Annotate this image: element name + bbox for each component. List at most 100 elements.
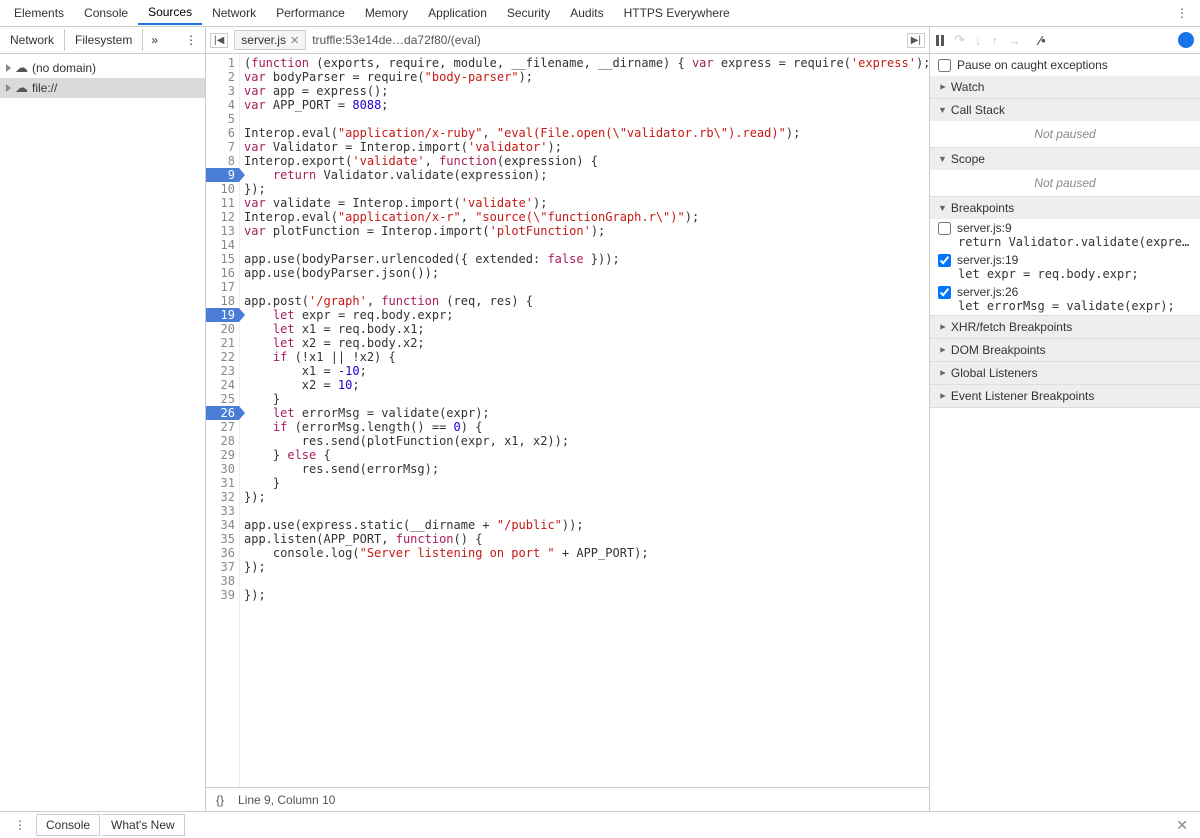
section-scope[interactable]: ▼Scope	[930, 148, 1200, 170]
code-line[interactable]: res.send(plotFunction(expr, x1, x2));	[244, 434, 925, 448]
code-line[interactable]: res.send(errorMsg);	[244, 462, 925, 476]
line-number[interactable]: 5	[206, 112, 239, 126]
code-line[interactable]: var plotFunction = Interop.import('plotF…	[244, 224, 925, 238]
code-line[interactable]: });	[244, 490, 925, 504]
code-line[interactable]: return Validator.validate(expression);	[244, 168, 925, 182]
line-number[interactable]: 34	[206, 518, 239, 532]
devtools-tab-audits[interactable]: Audits	[560, 2, 613, 24]
line-number[interactable]: 24	[206, 378, 239, 392]
line-number[interactable]: 19	[206, 308, 239, 322]
line-number[interactable]: 2	[206, 70, 239, 84]
code-line[interactable]: console.log("Server listening on port " …	[244, 546, 925, 560]
file-tree-item-nodomain[interactable]: ☁ (no domain)	[0, 58, 205, 78]
pretty-print-icon[interactable]: {}	[216, 793, 224, 807]
devtools-tab-application[interactable]: Application	[418, 2, 497, 24]
code-line[interactable]: });	[244, 560, 925, 574]
code-line[interactable]: app.use(bodyParser.urlencoded({ extended…	[244, 252, 925, 266]
breakpoint-item[interactable]: server.js:19let expr = req.body.expr;	[930, 251, 1200, 283]
line-number[interactable]: 31	[206, 476, 239, 490]
code-line[interactable]: x1 = -10;	[244, 364, 925, 378]
line-number[interactable]: 7	[206, 140, 239, 154]
editor-file-tab[interactable]: server.js ✕	[234, 30, 306, 50]
breakpoint-checkbox[interactable]	[938, 254, 951, 267]
line-number[interactable]: 12	[206, 210, 239, 224]
line-number[interactable]: 25	[206, 392, 239, 406]
line-number[interactable]: 27	[206, 420, 239, 434]
code-line[interactable]: app.use(bodyParser.json());	[244, 266, 925, 280]
line-number[interactable]: 29	[206, 448, 239, 462]
devtools-tab-memory[interactable]: Memory	[355, 2, 418, 24]
section-event[interactable]: ▼Event Listener Breakpoints	[930, 385, 1200, 407]
code-line[interactable]: var validate = Interop.import('validate'…	[244, 196, 925, 210]
code-line[interactable]: if (errorMsg.length() == 0) {	[244, 420, 925, 434]
nav-back-icon[interactable]: |◀	[210, 33, 228, 48]
code-line[interactable]: app.listen(APP_PORT, function() {	[244, 532, 925, 546]
pause-icon[interactable]	[936, 35, 944, 46]
devtools-tab-performance[interactable]: Performance	[266, 2, 355, 24]
code-line[interactable]: var APP_PORT = 8088;	[244, 98, 925, 112]
breakpoint-item[interactable]: server.js:9return Validator.validate(exp…	[930, 219, 1200, 251]
line-number[interactable]: 30	[206, 462, 239, 476]
file-tree-item-file-scheme[interactable]: ☁ file://	[0, 78, 205, 98]
line-number[interactable]: 10	[206, 182, 239, 196]
breakpoint-checkbox[interactable]	[938, 286, 951, 299]
line-number[interactable]: 15	[206, 252, 239, 266]
devtools-tab-sources[interactable]: Sources	[138, 1, 202, 25]
code-line[interactable]: let x2 = req.body.x2;	[244, 336, 925, 350]
line-number[interactable]: 8	[206, 154, 239, 168]
code-line[interactable]	[244, 112, 925, 126]
line-number[interactable]: 17	[206, 280, 239, 294]
code-line[interactable]: Interop.export('validate', function(expr…	[244, 154, 925, 168]
step-out-icon[interactable]: ↑	[991, 33, 998, 48]
section-breakpoints[interactable]: ▼Breakpoints	[930, 197, 1200, 219]
code-line[interactable]: });	[244, 588, 925, 602]
code-line[interactable]: (function (exports, require, module, __f…	[244, 56, 925, 70]
code-line[interactable]: let expr = req.body.expr;	[244, 308, 925, 322]
code-line[interactable]: });	[244, 182, 925, 196]
async-icon[interactable]	[1178, 32, 1194, 48]
code-line[interactable]: let x1 = req.body.x1;	[244, 322, 925, 336]
code-line[interactable]: }	[244, 392, 925, 406]
code-line[interactable]	[244, 504, 925, 518]
code-line[interactable]: }	[244, 476, 925, 490]
code-line[interactable]: } else {	[244, 448, 925, 462]
drawer-tab-console[interactable]: Console	[36, 814, 100, 836]
navigator-tab-more[interactable]: »	[143, 29, 166, 51]
drawer-tab-whatsnew[interactable]: What's New	[102, 814, 185, 836]
section-xhr[interactable]: ▼XHR/fetch Breakpoints	[930, 316, 1200, 338]
section-global[interactable]: ▼Global Listeners	[930, 362, 1200, 384]
line-number[interactable]: 6	[206, 126, 239, 140]
devtools-tab-security[interactable]: Security	[497, 2, 560, 24]
step-over-icon[interactable]: ↷	[954, 32, 965, 48]
line-number[interactable]: 18	[206, 294, 239, 308]
code-line[interactable]: Interop.eval("application/x-ruby", "eval…	[244, 126, 925, 140]
line-number[interactable]: 1	[206, 56, 239, 70]
code-line[interactable]	[244, 280, 925, 294]
line-number[interactable]: 36	[206, 546, 239, 560]
line-number[interactable]: 3	[206, 84, 239, 98]
code-line[interactable]: var app = express();	[244, 84, 925, 98]
code-line[interactable]: x2 = 10;	[244, 378, 925, 392]
code-line[interactable]	[244, 574, 925, 588]
drawer-menu-icon[interactable]: ⋮	[6, 818, 34, 832]
line-number[interactable]: 14	[206, 238, 239, 252]
navigator-tab-network[interactable]: Network	[0, 29, 65, 51]
pause-on-caught-checkbox[interactable]: Pause on caught exceptions	[930, 54, 1200, 76]
deactivate-breakpoints-icon[interactable]: ⁄•	[1039, 33, 1046, 48]
line-number[interactable]: 9	[206, 168, 239, 182]
close-icon[interactable]: ✕	[290, 34, 299, 47]
line-number[interactable]: 37	[206, 560, 239, 574]
section-callstack[interactable]: ▼Call Stack	[930, 99, 1200, 121]
code-line[interactable]: var bodyParser = require("body-parser");	[244, 70, 925, 84]
line-number[interactable]: 28	[206, 434, 239, 448]
devtools-tab-https-everywhere[interactable]: HTTPS Everywhere	[614, 2, 740, 24]
line-number[interactable]: 22	[206, 350, 239, 364]
line-number[interactable]: 26	[206, 406, 239, 420]
pause-on-caught-input[interactable]	[938, 59, 951, 72]
devtools-tab-elements[interactable]: Elements	[4, 2, 74, 24]
code-line[interactable]: var Validator = Interop.import('validato…	[244, 140, 925, 154]
nav-forward-icon[interactable]: ▶|	[907, 33, 925, 48]
code-line[interactable]: if (!x1 || !x2) {	[244, 350, 925, 364]
devtools-tab-network[interactable]: Network	[202, 2, 266, 24]
navigator-menu-icon[interactable]: ⋮	[177, 29, 205, 51]
